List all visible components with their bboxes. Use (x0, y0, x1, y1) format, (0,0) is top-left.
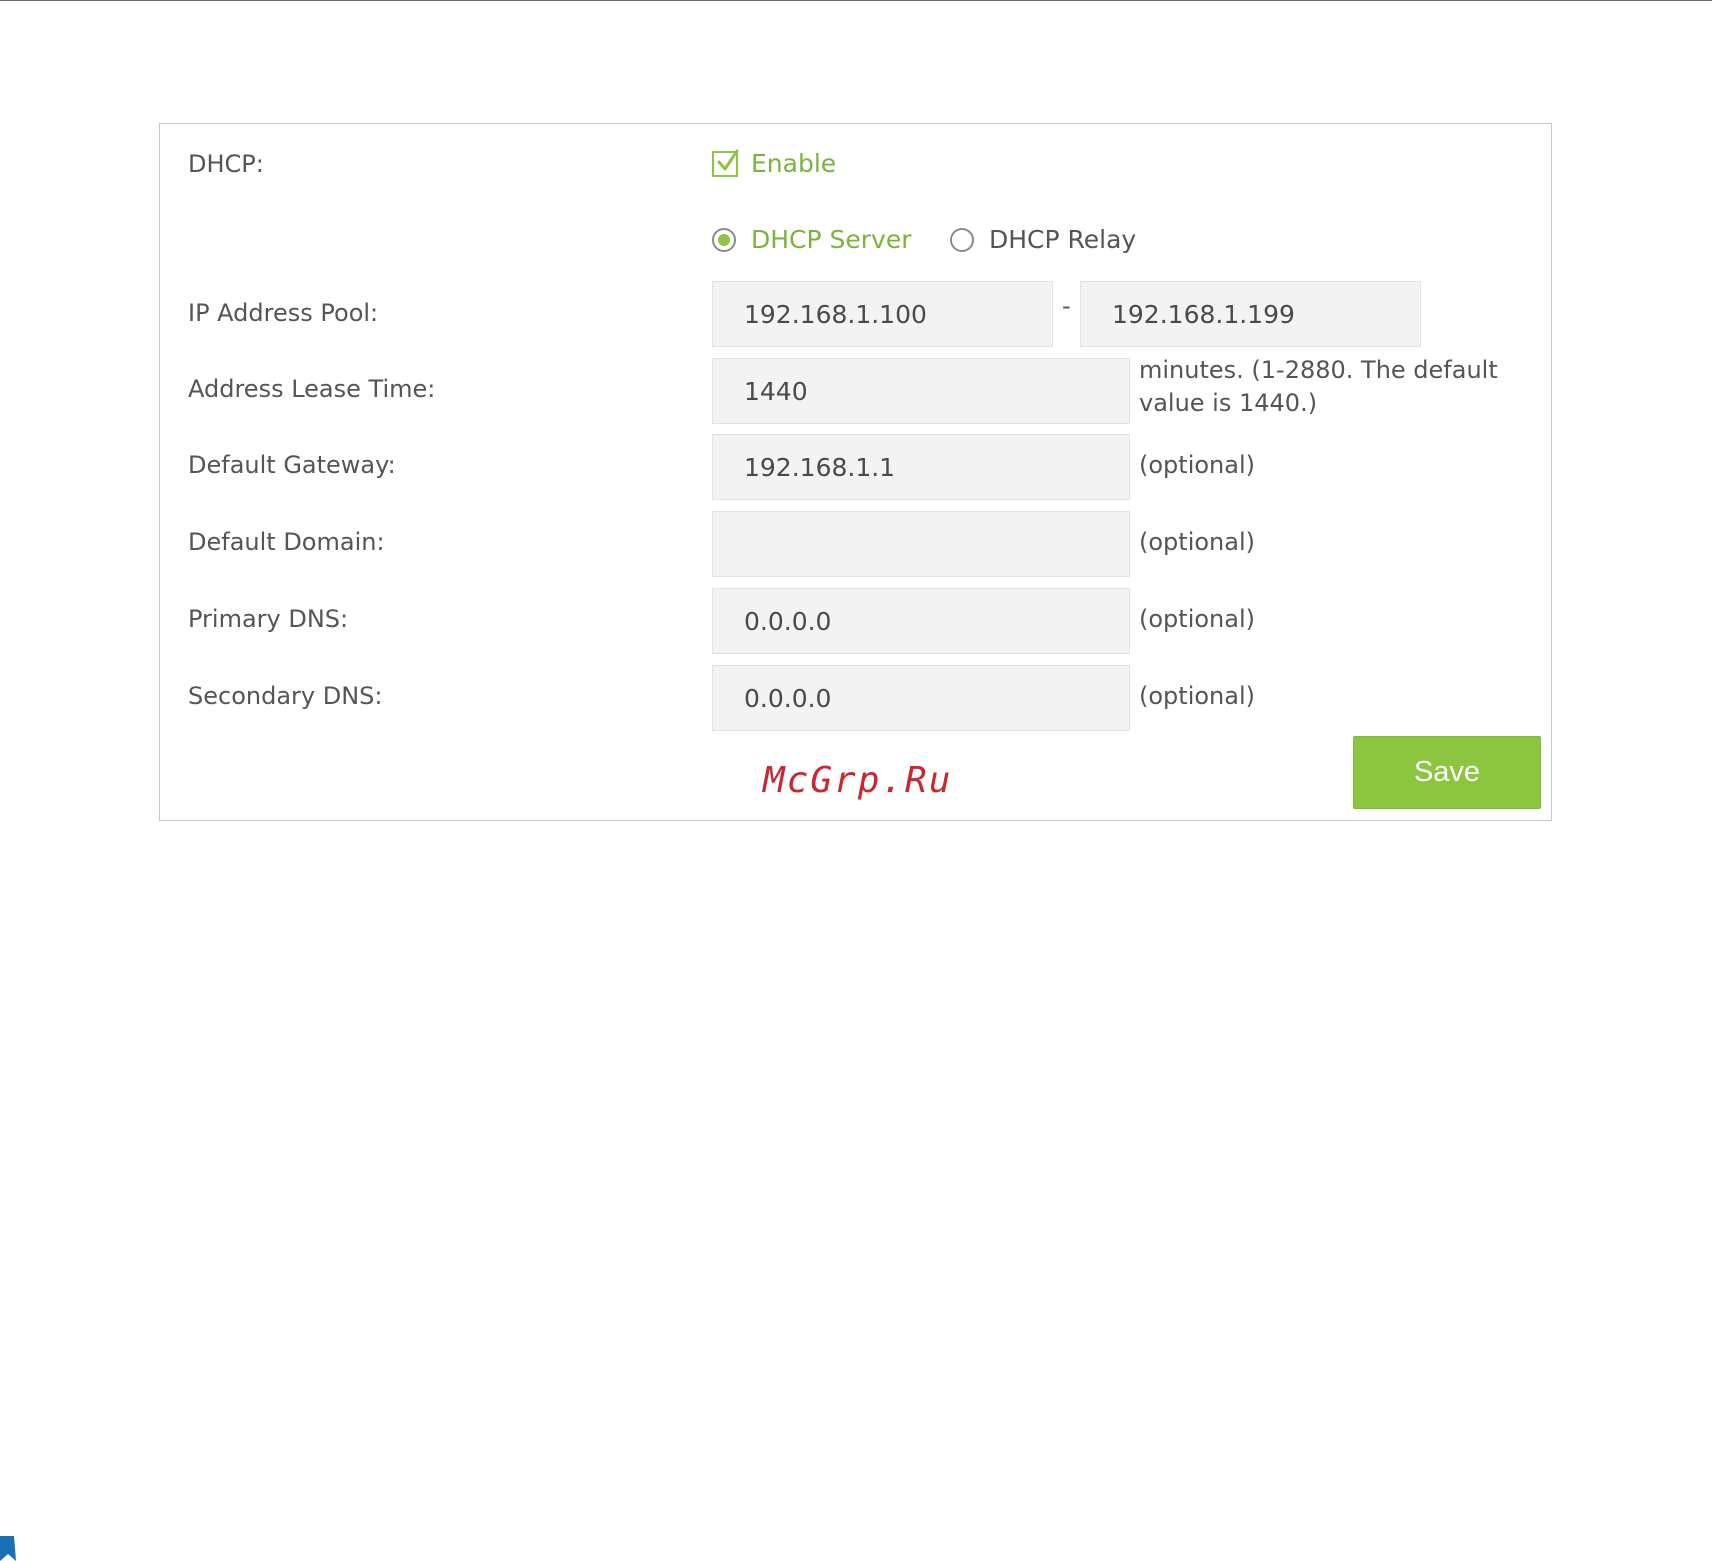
default-domain-label: Default Domain: (188, 528, 385, 556)
checkmark-icon (717, 149, 739, 171)
primary-dns-label: Primary DNS: (188, 605, 349, 633)
secondary-dns-input[interactable] (712, 665, 1130, 731)
ip-pool-separator: - (1062, 292, 1071, 320)
dhcp-settings-panel: DHCP: Enable DHCP Server DHCP Relay IP A… (159, 123, 1552, 821)
lease-time-hint-line1: minutes. (1-2880. The default (1139, 356, 1498, 384)
radio-dhcp-relay-button[interactable] (950, 228, 974, 252)
default-gateway-optional: (optional) (1139, 451, 1255, 479)
ip-pool-end-input[interactable] (1080, 281, 1421, 347)
radio-dhcp-relay[interactable]: DHCP Relay (950, 224, 1136, 256)
default-domain-optional: (optional) (1139, 528, 1255, 556)
dhcp-enable-toggle[interactable]: Enable (712, 148, 836, 180)
ip-pool-start-input[interactable] (712, 281, 1053, 347)
secondary-dns-optional: (optional) (1139, 682, 1255, 710)
bookmark-icon (0, 1536, 16, 1561)
secondary-dns-label: Secondary DNS: (188, 682, 383, 710)
lease-time-input[interactable] (712, 358, 1130, 424)
default-domain-input[interactable] (712, 511, 1130, 577)
enable-label: Enable (751, 149, 837, 178)
primary-dns-input[interactable] (712, 588, 1130, 654)
radio-dhcp-relay-label: DHCP Relay (989, 225, 1137, 254)
enable-checkbox[interactable] (712, 149, 739, 177)
page: DHCP: Enable DHCP Server DHCP Relay IP A… (0, 0, 1712, 1561)
top-divider (0, 0, 1712, 1)
save-button[interactable]: Save (1353, 736, 1541, 809)
radio-dhcp-server[interactable]: DHCP Server (712, 224, 912, 256)
default-gateway-input[interactable] (712, 434, 1130, 500)
lease-time-label: Address Lease Time: (188, 375, 436, 403)
lease-time-hint-line2: value is 1440.) (1139, 389, 1318, 417)
radio-dhcp-server-label: DHCP Server (751, 225, 912, 254)
ip-pool-label: IP Address Pool: (188, 299, 379, 327)
watermark-text: McGrp.Ru (763, 760, 953, 801)
radio-dhcp-server-button[interactable] (712, 228, 736, 252)
dhcp-label: DHCP: (188, 150, 264, 178)
default-gateway-label: Default Gateway: (188, 451, 396, 479)
primary-dns-optional: (optional) (1139, 605, 1255, 633)
